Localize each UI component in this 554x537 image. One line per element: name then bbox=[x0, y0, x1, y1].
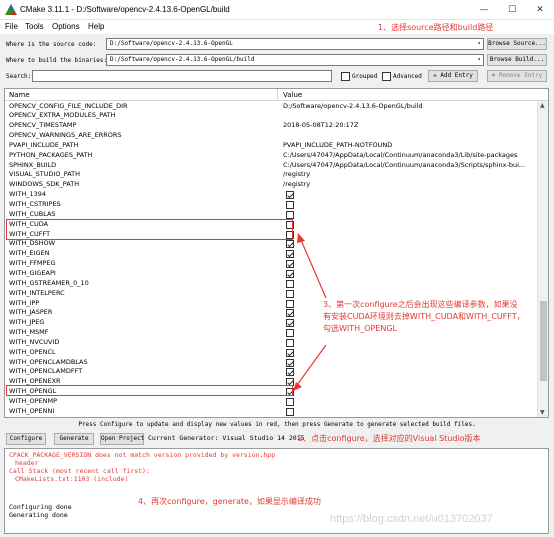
configure-button[interactable]: Configure bbox=[6, 433, 46, 445]
annotation-step-3-line2: 有安装CUDA环境则去掉WITH_CUDA和WITH_CUFFT， bbox=[323, 312, 525, 321]
log-line: CPACK_PACKAGE_VERSION does not match ver… bbox=[9, 451, 276, 459]
status-hint: Press Configure to update and display ne… bbox=[78, 421, 476, 428]
annotation-step-3-line1: 3、第一次configure之后会出现这些编译参数，如果没 bbox=[323, 300, 518, 309]
log-line: Call Stack (most recent call first): bbox=[9, 467, 150, 475]
annotation-step-4: 4、再次configure，generate，如果显示编译成功 bbox=[138, 497, 321, 506]
generate-button[interactable]: Generate bbox=[54, 433, 94, 445]
arrowhead-icon bbox=[293, 382, 302, 391]
arrow-to-opengl bbox=[296, 344, 327, 386]
annotation-step-2: 2、点击configure，选择对应的Visual Studio版本 bbox=[298, 434, 481, 443]
current-generator-label: Current Generator: Visual Studio 14 2015 bbox=[148, 434, 305, 442]
log-line: Generating done bbox=[9, 511, 68, 519]
watermark: https://blog.csdn.net/u013702037 bbox=[330, 513, 493, 525]
log-line: Configuring done bbox=[9, 503, 72, 511]
arrow-to-cuda bbox=[300, 239, 327, 299]
log-line: CMakeLists.txt:1103 (include) bbox=[15, 475, 129, 483]
open-project-button[interactable]: Open Project bbox=[100, 433, 144, 445]
annotation-step-3-line3: 勾选WITH_OPENGL bbox=[323, 324, 397, 333]
log-line: header bbox=[15, 459, 39, 467]
arrowhead-icon bbox=[297, 233, 305, 243]
bottom-toolbar: Configure Generate Open Project Current … bbox=[0, 431, 554, 447]
